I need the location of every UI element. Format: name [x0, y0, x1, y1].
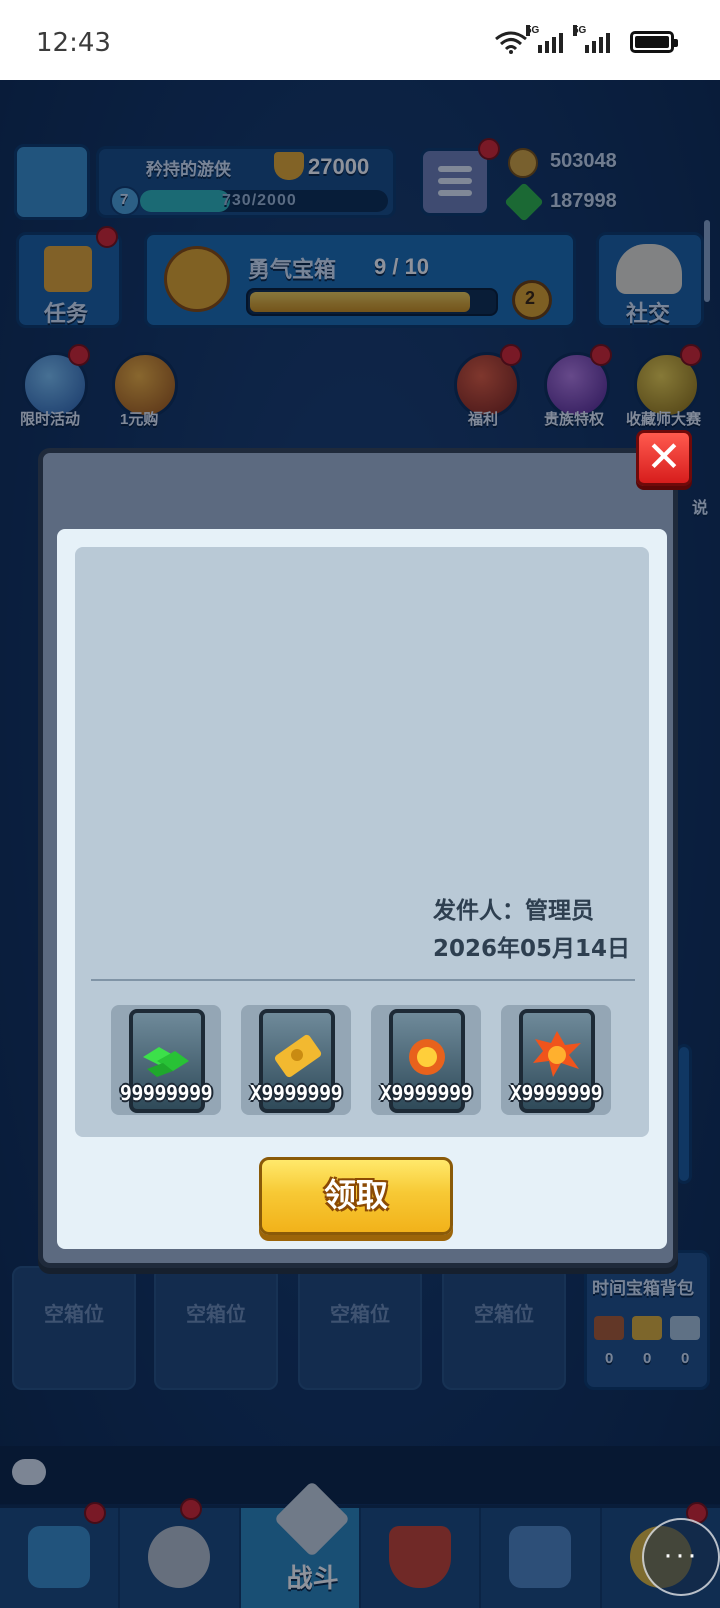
fire-burst-icon: [533, 1031, 581, 1077]
claim-button[interactable]: 领取: [259, 1157, 453, 1235]
more-options-button[interactable]: ···: [642, 1518, 720, 1596]
mail-modal-body: 发件人：管理员 2026年05月14日 99999999 X9999999 X9…: [57, 529, 667, 1249]
reward-quantity: X9999999: [509, 1081, 603, 1105]
close-icon: ✕: [646, 432, 682, 481]
fire-orb-icon: [409, 1039, 445, 1075]
claim-button-label: 领取: [323, 1176, 388, 1214]
reward-quantity: 99999999: [119, 1081, 213, 1105]
golden-ticket-icon: [274, 1034, 322, 1078]
reward-quantity: X9999999: [249, 1081, 343, 1105]
divider: [91, 979, 635, 981]
close-button[interactable]: ✕: [636, 430, 692, 486]
battery-icon: [630, 31, 678, 53]
reward-item: X9999999: [241, 1005, 351, 1115]
mail-sender: 发件人：管理员: [433, 898, 594, 924]
mail-date: 2026年05月14日: [433, 936, 631, 962]
network-type-label: 5G: [526, 25, 540, 36]
reward-item: X9999999: [371, 1005, 481, 1115]
network-type-label: 5G: [573, 25, 587, 36]
signal-icon: 5G: [573, 25, 610, 53]
reward-item: X9999999: [501, 1005, 611, 1115]
more-icon: ···: [663, 1538, 699, 1571]
wifi-icon: [495, 31, 527, 54]
status-icons: 5G 5G: [494, 25, 678, 54]
signal-icon: 5G: [526, 25, 563, 53]
reward-item: 99999999: [111, 1005, 221, 1115]
status-bar: 12:43 5G 5G: [0, 0, 720, 80]
mail-content-area: 发件人：管理员 2026年05月14日 99999999 X9999999 X9…: [75, 547, 649, 1137]
gems-icon: [143, 1047, 189, 1077]
status-time: 12:43: [36, 28, 111, 58]
mail-modal: 发件人：管理员 2026年05月14日 99999999 X9999999 X9…: [38, 448, 678, 1268]
reward-quantity: X9999999: [379, 1081, 473, 1105]
